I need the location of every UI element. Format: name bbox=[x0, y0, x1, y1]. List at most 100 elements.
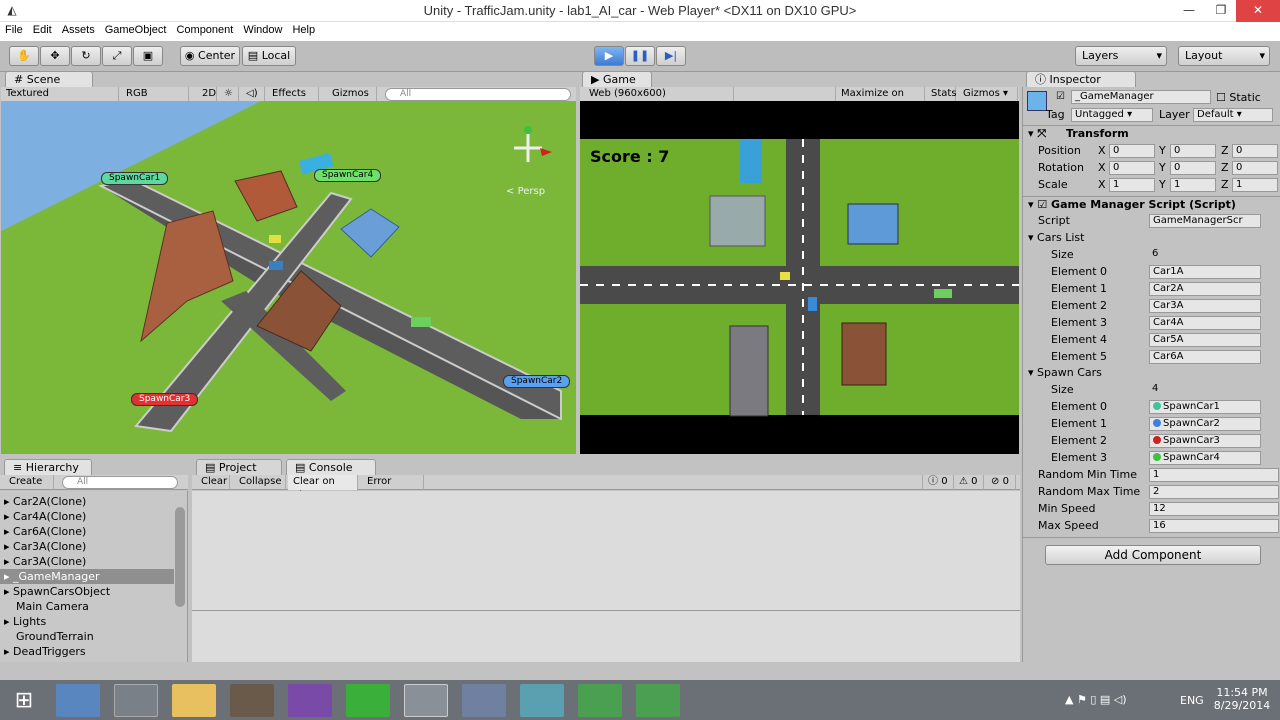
list-item[interactable]: ▸ Car2A(Clone) bbox=[4, 494, 86, 509]
spawn-element-field[interactable]: SpawnCar2 bbox=[1149, 417, 1261, 431]
restore-button[interactable]: ❐ bbox=[1206, 0, 1236, 22]
spawn-element-field[interactable]: SpawnCar1 bbox=[1149, 400, 1261, 414]
audio-icon[interactable]: ◁) bbox=[241, 87, 265, 102]
game-view[interactable]: Score : 7 bbox=[580, 101, 1019, 454]
clear-on-play-toggle[interactable]: Clear on Play bbox=[288, 475, 358, 501]
error-count-toggle[interactable]: ⊘ 0 bbox=[986, 475, 1016, 490]
game-gizmos-dropdown[interactable]: Gizmos ▾ bbox=[958, 87, 1018, 102]
menu-gameobject[interactable]: GameObject bbox=[100, 22, 172, 38]
position-x-field[interactable]: 0 bbox=[1109, 144, 1155, 158]
cars-element-field[interactable]: Car2A bbox=[1149, 282, 1261, 296]
cars-element-field[interactable]: Car3A bbox=[1149, 299, 1261, 313]
pause-button[interactable]: ❚❚ bbox=[625, 46, 655, 66]
error-pause-toggle[interactable]: Error Pause bbox=[362, 475, 424, 501]
rotation-x-field[interactable]: 0 bbox=[1109, 161, 1155, 175]
tray-icons[interactable]: ▲ ⚑ ▯ ▤ ◁) bbox=[1065, 693, 1127, 706]
list-item[interactable]: Main Camera bbox=[16, 599, 89, 614]
spawn-cars-header[interactable]: ▾ Spawn Cars bbox=[1028, 365, 1102, 380]
lighting-icon[interactable]: ☼ bbox=[219, 87, 239, 102]
language-indicator[interactable]: ENG bbox=[1180, 694, 1204, 707]
scale-y-field[interactable]: 1 bbox=[1170, 178, 1216, 192]
layer-dropdown[interactable]: Default ▾ bbox=[1193, 108, 1273, 122]
hierarchy-search-input[interactable]: All bbox=[62, 476, 178, 489]
app-icon[interactable] bbox=[520, 684, 564, 717]
script-field[interactable]: GameManagerScr bbox=[1149, 214, 1261, 228]
gizmos-dropdown[interactable]: Gizmos ▾ bbox=[327, 87, 377, 113]
scene-search-input[interactable]: All bbox=[385, 88, 571, 101]
collapse-toggle[interactable]: Collapse bbox=[234, 475, 286, 490]
spawn-size-field[interactable]: 4 bbox=[1149, 383, 1261, 397]
object-name-field[interactable]: _GameManager bbox=[1071, 90, 1211, 104]
tab-project[interactable]: ▤ Project bbox=[196, 459, 282, 475]
minimize-button[interactable]: — bbox=[1174, 0, 1204, 22]
spawn-element-field[interactable]: SpawnCar4 bbox=[1149, 451, 1261, 465]
cars-size-field[interactable]: 6 bbox=[1149, 248, 1261, 262]
render-mode-dropdown[interactable]: Textured bbox=[1, 87, 119, 102]
close-button[interactable]: ✕ bbox=[1236, 0, 1280, 22]
layers-dropdown[interactable]: Layers ▾ bbox=[1075, 46, 1167, 66]
static-checkbox[interactable]: ☐ Static bbox=[1216, 90, 1261, 105]
app-icon[interactable] bbox=[462, 684, 506, 717]
2d-toggle[interactable]: 2D bbox=[197, 87, 217, 102]
min-speed-field[interactable]: 12 bbox=[1149, 502, 1279, 516]
step-button[interactable]: ▶| bbox=[656, 46, 686, 66]
rotation-z-field[interactable]: 0 bbox=[1232, 161, 1278, 175]
layout-dropdown[interactable]: Layout ▾ bbox=[1178, 46, 1270, 66]
pivot-local-button[interactable]: ▤ Local bbox=[242, 46, 296, 66]
internet-explorer-icon[interactable] bbox=[56, 684, 100, 717]
position-z-field[interactable]: 0 bbox=[1232, 144, 1278, 158]
scale-x-field[interactable]: 1 bbox=[1109, 178, 1155, 192]
random-max-field[interactable]: 2 bbox=[1149, 485, 1279, 499]
random-min-field[interactable]: 1 bbox=[1149, 468, 1279, 482]
script-component-header[interactable]: ▾ ☑ Game Manager Script (Script) bbox=[1028, 197, 1250, 212]
windows-start-icon[interactable]: ⊞ bbox=[0, 684, 48, 717]
list-item[interactable]: ▸ Car3A(Clone) bbox=[4, 554, 86, 569]
active-checkbox[interactable]: ☑ bbox=[1056, 91, 1065, 102]
cars-list-header[interactable]: ▾ Cars List bbox=[1028, 230, 1084, 245]
list-item[interactable]: ▸ DeadTriggers bbox=[4, 644, 86, 659]
list-item[interactable]: GroundTerrain bbox=[16, 629, 94, 644]
spawn-element-field[interactable]: SpawnCar3 bbox=[1149, 434, 1261, 448]
tab-console[interactable]: ▤ Console bbox=[286, 459, 376, 475]
menu-component[interactable]: Component bbox=[171, 22, 238, 38]
info-count-toggle[interactable]: ⓘ 0 bbox=[922, 475, 954, 490]
list-item[interactable]: ▸ Lights bbox=[4, 614, 46, 629]
stats-toggle[interactable]: Stats bbox=[926, 87, 957, 102]
unity-taskbar-icon[interactable] bbox=[404, 684, 448, 717]
camtasia-icon[interactable] bbox=[636, 684, 680, 717]
menu-edit[interactable]: Edit bbox=[28, 22, 57, 38]
hand-tool-icon[interactable]: ✋ bbox=[9, 46, 39, 66]
menu-file[interactable]: File bbox=[0, 22, 28, 38]
play-button[interactable]: ▶ bbox=[594, 46, 624, 66]
create-dropdown[interactable]: Create ▾ bbox=[4, 475, 54, 501]
cars-element-field[interactable]: Car4A bbox=[1149, 316, 1261, 330]
menu-window[interactable]: Window bbox=[238, 22, 287, 38]
menu-assets[interactable]: Assets bbox=[57, 22, 100, 38]
tag-dropdown[interactable]: Untagged ▾ bbox=[1071, 108, 1153, 122]
list-item[interactable]: ▸ SpawnCarsObject bbox=[4, 584, 110, 599]
maximize-on-play-toggle[interactable]: Maximize on Play bbox=[835, 87, 925, 113]
console-log-area[interactable] bbox=[192, 491, 1020, 662]
scene-view[interactable]: < Persp SpawnCar1 SpawnCar4 SpawnCar2 Sp… bbox=[1, 101, 576, 454]
clear-button[interactable]: Clear bbox=[196, 475, 230, 490]
clock[interactable]: 11:54 PM 8/29/2014 bbox=[1210, 686, 1274, 712]
list-item[interactable]: ▸ Car3A(Clone) bbox=[4, 539, 86, 554]
rotation-y-field[interactable]: 0 bbox=[1170, 161, 1216, 175]
resolution-dropdown[interactable]: Web (960x600) bbox=[584, 87, 734, 102]
list-item-selected[interactable]: ▸ _GameManager bbox=[0, 569, 174, 584]
scale-z-field[interactable]: 1 bbox=[1232, 178, 1278, 192]
menu-help[interactable]: Help bbox=[287, 22, 320, 38]
list-item[interactable]: ▸ Car4A(Clone) bbox=[4, 509, 86, 524]
add-component-button[interactable]: Add Component bbox=[1045, 545, 1261, 565]
effects-dropdown[interactable]: Effects ▾ bbox=[267, 87, 319, 113]
list-item[interactable]: ▸ Car6A(Clone) bbox=[4, 524, 86, 539]
tab-inspector[interactable]: ⓘ Inspector bbox=[1026, 71, 1136, 87]
camtasia-icon[interactable] bbox=[578, 684, 622, 717]
cars-element-field[interactable]: Car6A bbox=[1149, 350, 1261, 364]
scale-tool-icon[interactable]: ⤢ bbox=[102, 46, 132, 66]
file-explorer-icon[interactable] bbox=[172, 684, 216, 717]
move-tool-icon[interactable]: ✥ bbox=[40, 46, 70, 66]
pivot-center-button[interactable]: ◉ Center bbox=[180, 46, 240, 66]
max-speed-field[interactable]: 16 bbox=[1149, 519, 1279, 533]
cars-element-field[interactable]: Car1A bbox=[1149, 265, 1261, 279]
